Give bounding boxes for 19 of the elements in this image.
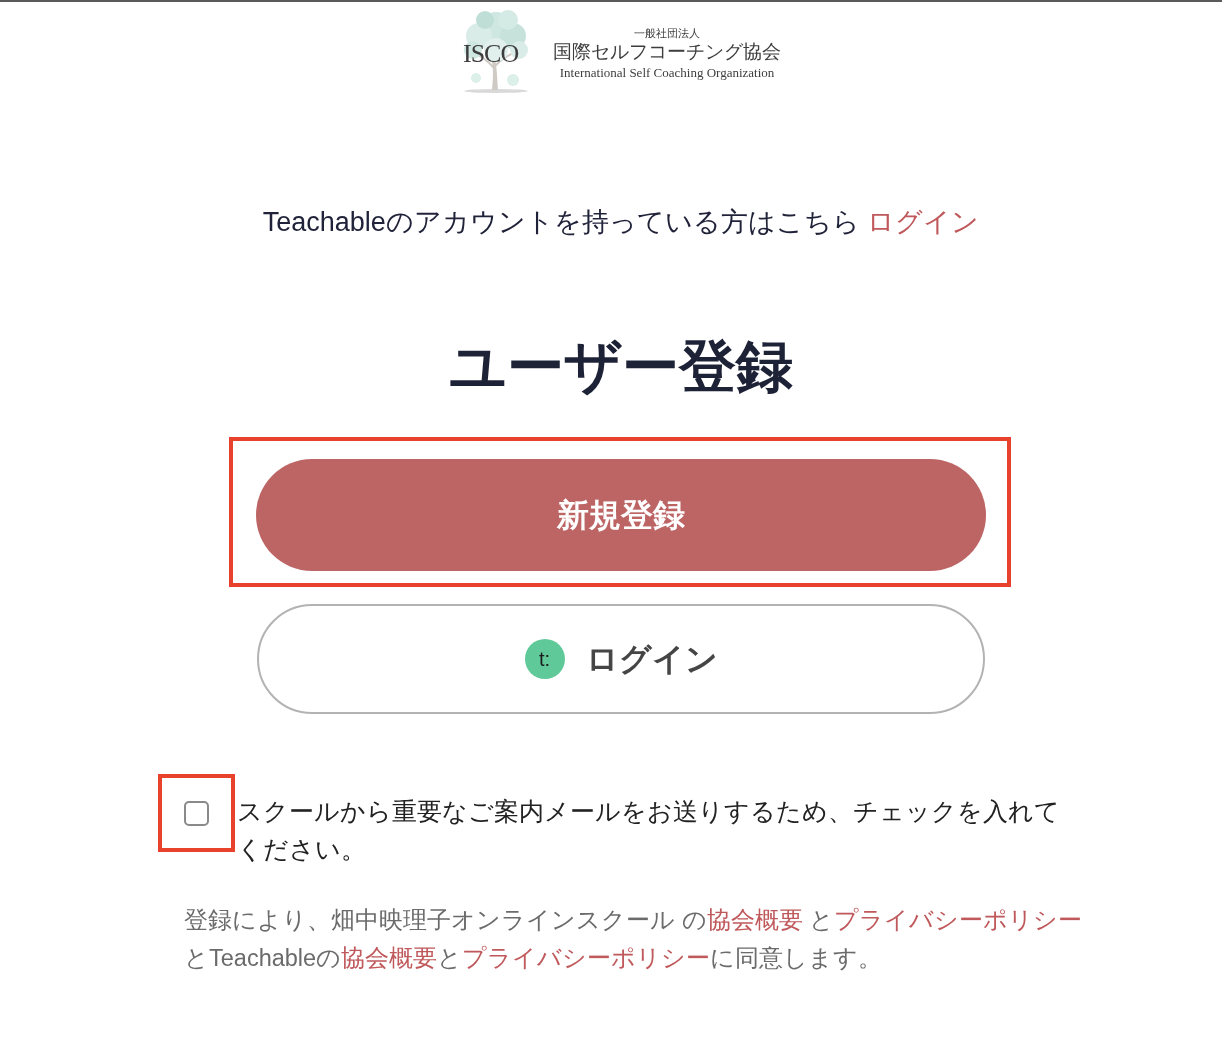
login-link[interactable]: ログイン: [867, 207, 980, 237]
terms-link[interactable]: プライバシーポリシー: [462, 945, 711, 971]
logo-prefix: 一般社団法人: [634, 27, 700, 40]
terms-link[interactable]: 協会概要: [706, 907, 803, 933]
logo-english: International Self Coaching Organization: [559, 64, 775, 81]
terms-link[interactable]: 協会概要: [341, 945, 438, 971]
page-title: ユーザー登録: [449, 333, 793, 400]
letter-badge-icon: t:: [524, 639, 565, 679]
terms-text: 登録により、畑中映理子オンラインスクール の協会概要 と プライバシーポリシー とTeachableの協会概要 と プライバシーポリシーに同意します。: [184, 906, 1084, 973]
account-prompt: Teachableのアカウントを持っている方はこちら ログイン: [262, 206, 980, 239]
signup-button[interactable]: 新規登録: [256, 459, 986, 571]
terms-link[interactable]: プライバシーポリシー: [834, 907, 1083, 933]
logo-wordmark: ISCO: [463, 39, 519, 69]
consent-label: スクールから重要なご案内メールをお送りするため、チェックを入れてください。: [237, 797, 1061, 865]
logo-name: 国際セルフコーチング協会: [553, 40, 781, 64]
checkbox[interactable]: [184, 801, 209, 826]
login-button-label: ログイン: [585, 640, 718, 679]
tree-icon: [461, 8, 531, 94]
login-button[interactable]: t: ログイン: [257, 604, 985, 714]
